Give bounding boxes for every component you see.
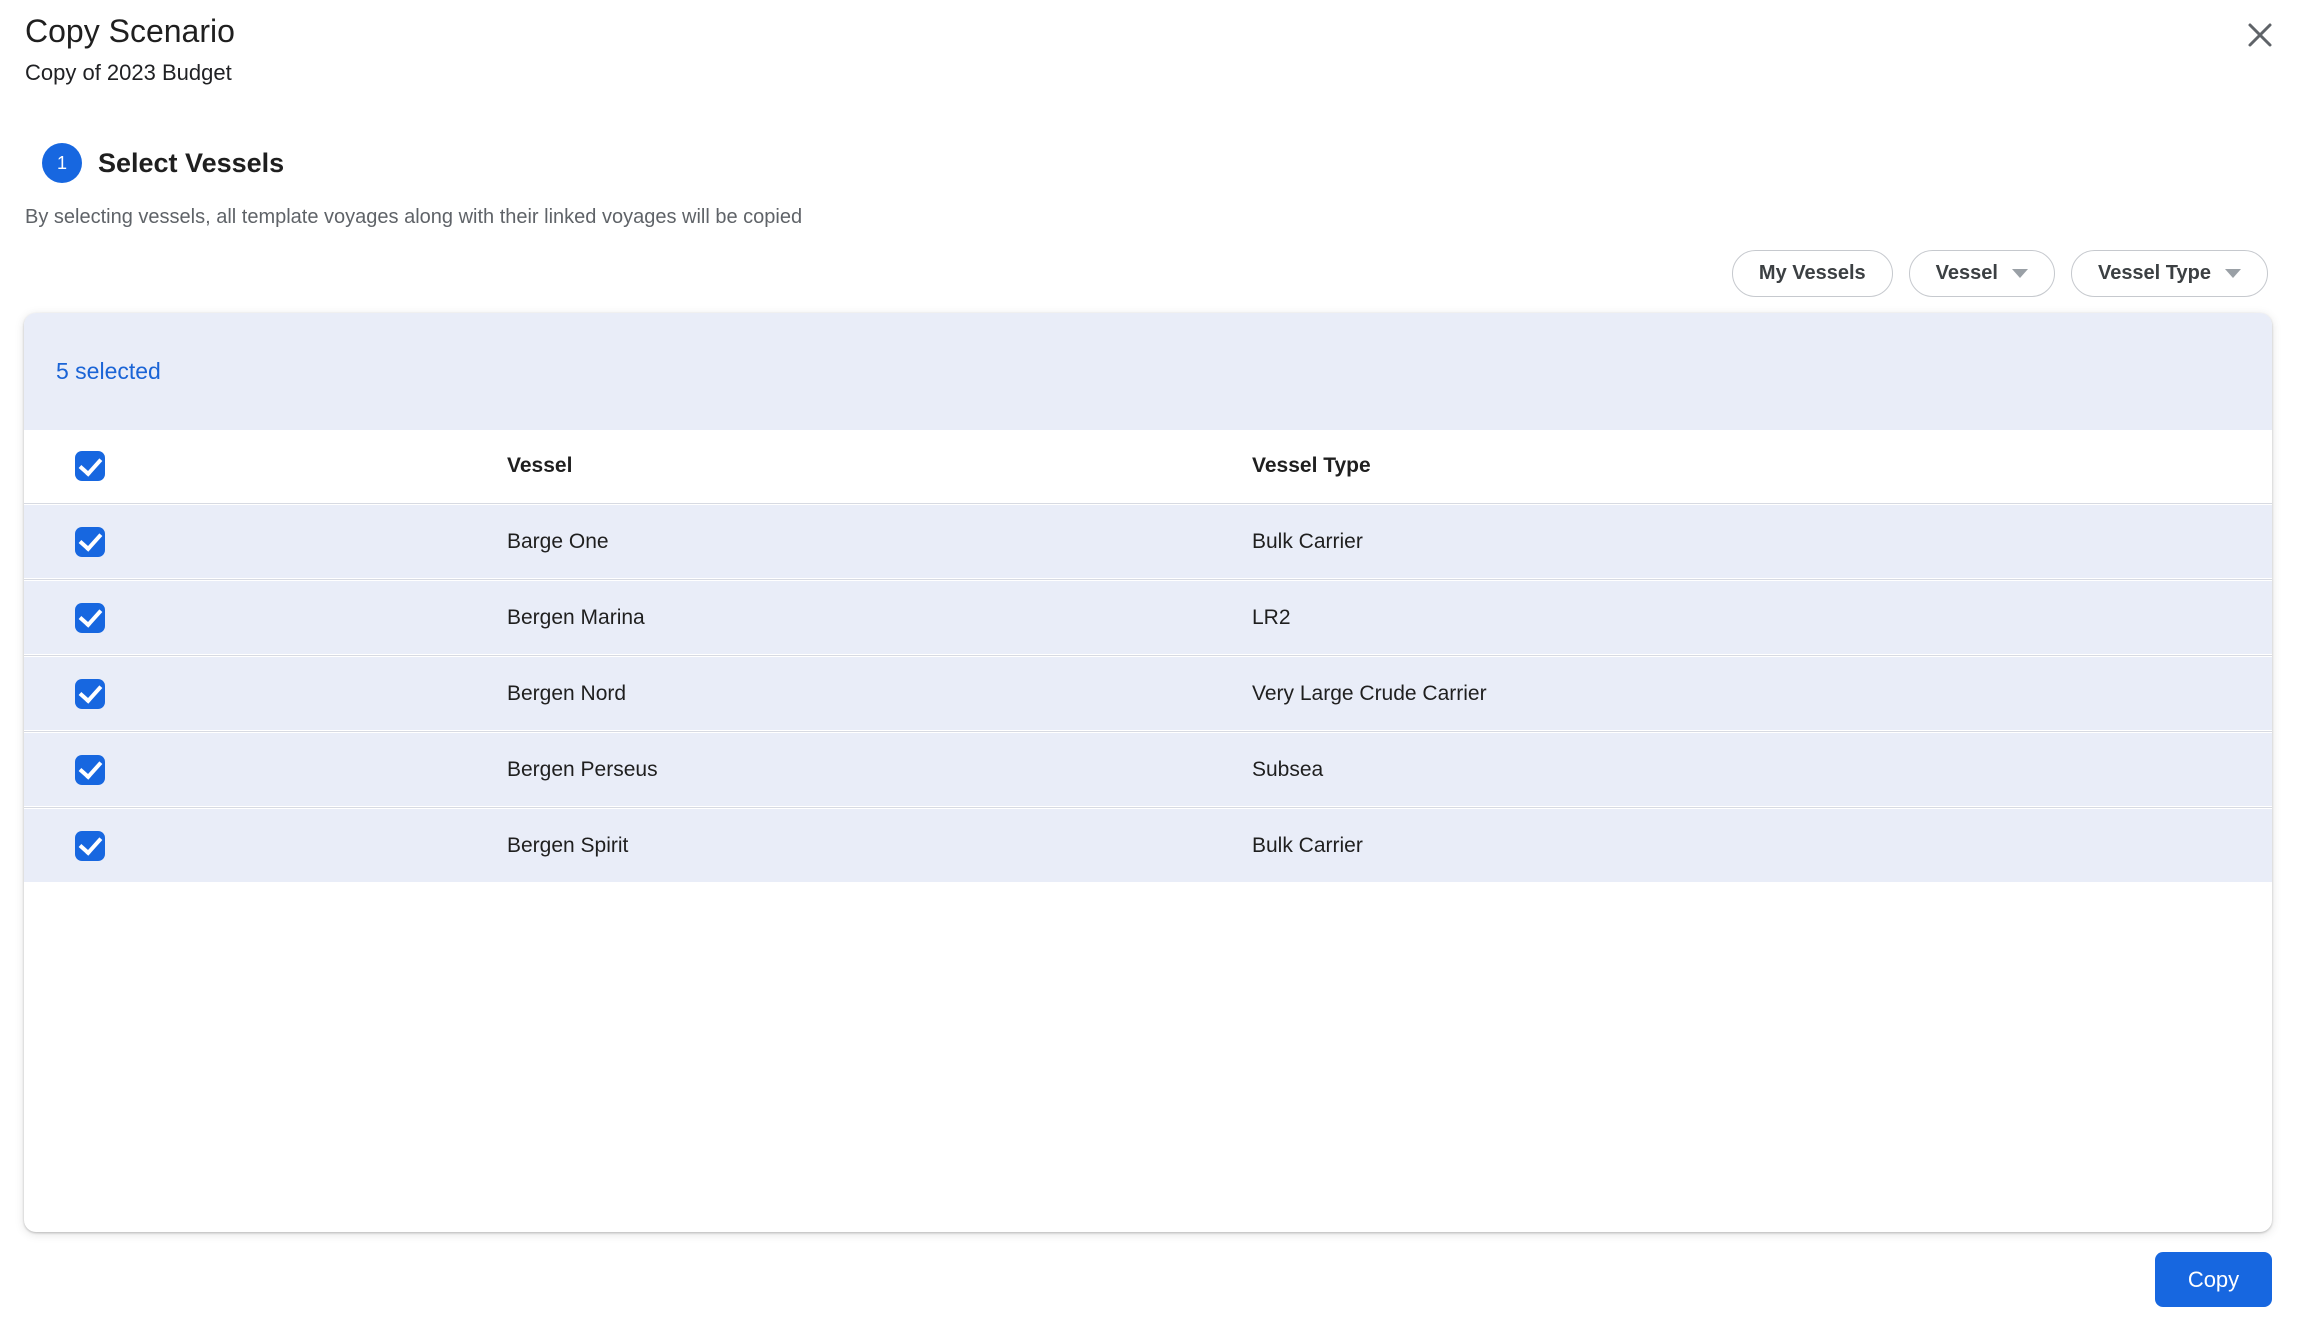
vessel-type-cell: Bulk Carrier — [1252, 529, 1363, 553]
step-header: 1 Select Vessels — [42, 143, 284, 183]
chevron-down-icon — [2225, 269, 2241, 278]
filter-label: Vessel Type — [2097, 262, 2211, 284]
vessel-name-cell: Bergen Spirit — [507, 833, 629, 857]
vessel-type-cell: LR2 — [1252, 605, 1291, 629]
vessel-type-cell: Subsea — [1252, 757, 1324, 781]
filter-vessel-dropdown[interactable]: Vessel — [1908, 250, 2055, 297]
row-checkbox-cell — [24, 526, 507, 557]
row-checkbox[interactable] — [75, 602, 105, 633]
column-header-vessel: Vessel — [507, 454, 573, 477]
column-header-vessel-type: Vessel Type — [1252, 454, 1371, 477]
row-checkbox-cell — [24, 678, 507, 709]
step-number-badge: 1 — [42, 143, 82, 183]
row-checkbox[interactable] — [75, 754, 105, 785]
table-row[interactable]: Bergen Marina LR2 — [24, 578, 2272, 654]
vessel-name-cell: Bergen Nord — [507, 681, 627, 705]
selection-summary-bar: 5 selected — [24, 313, 2272, 430]
step-title: Select Vessels — [98, 147, 285, 178]
chevron-down-icon — [2011, 269, 2028, 278]
vessel-table-panel: 5 selected Vessel Vessel Type Barge One B… — [24, 313, 2272, 1232]
row-checkbox-cell — [24, 754, 507, 785]
filter-vessel-type-dropdown[interactable]: Vessel Type — [2070, 250, 2268, 297]
filter-label: My Vessels — [1758, 262, 1866, 284]
table-row[interactable]: Bergen Nord Very Large Crude Carrier — [24, 654, 2272, 730]
close-button[interactable] — [2240, 16, 2280, 56]
dialog-subtitle: Copy of 2023 Budget — [25, 60, 232, 86]
dialog-header: Copy Scenario Copy of 2023 Budget — [25, 12, 235, 86]
row-checkbox[interactable] — [75, 830, 105, 861]
selected-count: 5 selected — [56, 358, 161, 384]
step-description: By selecting vessels, all template voyag… — [25, 206, 803, 228]
table-row[interactable]: Barge One Bulk Carrier — [24, 502, 2272, 578]
table-row[interactable]: Bergen Perseus Subsea — [24, 730, 2272, 806]
row-checkbox-cell — [24, 830, 507, 861]
vessel-type-cell: Very Large Crude Carrier — [1252, 681, 1487, 705]
select-all-checkbox[interactable] — [75, 451, 105, 481]
close-icon — [2246, 21, 2274, 52]
header-checkbox-cell — [24, 451, 507, 481]
vessel-name-cell: Bergen Perseus — [507, 757, 658, 781]
row-checkbox[interactable] — [75, 526, 105, 557]
table-header-row: Vessel Vessel Type — [24, 430, 2272, 502]
copy-button[interactable]: Copy — [2155, 1252, 2272, 1307]
row-checkbox[interactable] — [75, 678, 105, 709]
vessel-name-cell: Barge One — [507, 529, 609, 553]
table-body: Barge One Bulk Carrier Bergen Marina LR2 Ber… — [24, 502, 2272, 882]
vessel-name-cell: Bergen Marina — [507, 605, 645, 629]
row-checkbox-cell — [24, 602, 507, 633]
filter-bar: My Vessels Vessel Vessel Type — [1731, 250, 2268, 297]
filter-label: Vessel — [1935, 262, 1998, 284]
filter-my-vessels-button[interactable]: My Vessels — [1731, 250, 1893, 297]
table-row[interactable]: Bergen Spirit Bulk Carrier — [24, 806, 2272, 882]
page-title: Copy Scenario — [25, 13, 235, 49]
vessel-type-cell: Bulk Carrier — [1252, 833, 1363, 857]
